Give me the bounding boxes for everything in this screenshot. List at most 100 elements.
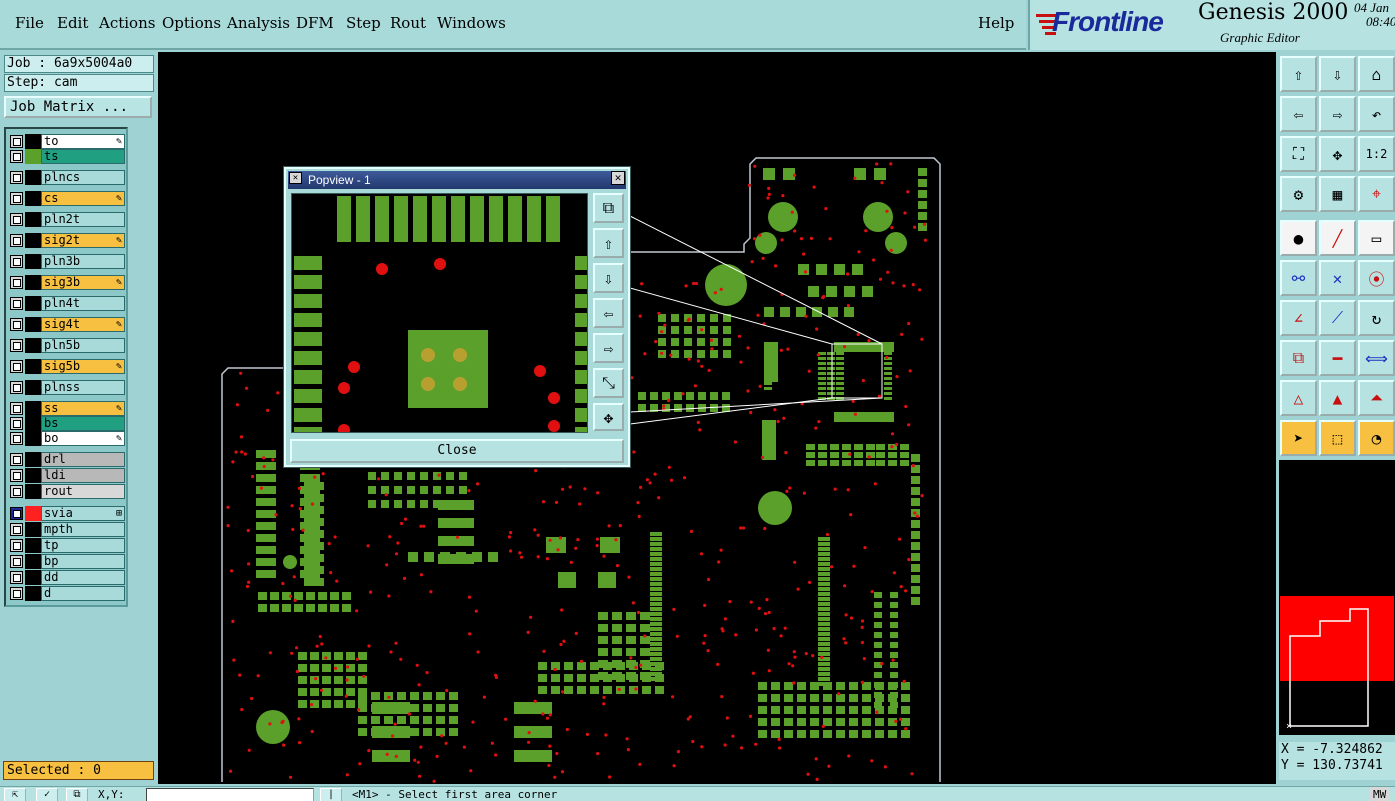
layer-color-swatch[interactable] [25,233,41,248]
layer-color-swatch[interactable] [25,484,41,499]
layer-checkbox[interactable] [10,276,23,289]
layer-checkbox[interactable] [10,297,23,310]
add-node-icon[interactable]: ⦿ [1358,260,1395,296]
layer-name[interactable]: sig3b ✎ [41,275,125,290]
menu-rout[interactable]: Rout [390,14,426,32]
layer-color-swatch[interactable] [25,468,41,483]
pointer-circle-icon[interactable]: ◔ [1358,420,1395,456]
layer-color-swatch[interactable] [25,570,41,585]
status-window-icon[interactable]: ⧉ [66,788,88,801]
layer-color-swatch[interactable] [25,506,41,521]
layer-name[interactable]: pln2t [41,212,125,227]
menu-actions[interactable]: Actions [99,14,155,32]
layer-color-swatch[interactable] [25,452,41,467]
layer-checkbox[interactable] [10,417,23,430]
menu-dfm[interactable]: DFM [296,14,334,32]
layer-name[interactable]: bp [41,554,125,569]
layer-checkbox[interactable] [10,339,23,352]
move-pad-icon[interactable]: ⧉ [1280,340,1317,376]
menu-step[interactable]: Step [346,14,381,32]
layer-name[interactable]: sig5b ✎ [41,359,125,374]
layer-name[interactable]: sig2t ✎ [41,233,125,248]
layer-checkbox[interactable] [10,360,23,373]
layer-name[interactable]: ts [41,149,125,164]
layer-name[interactable]: cs ✎ [41,191,125,206]
layer-color-swatch[interactable] [25,586,41,601]
layer-color-swatch[interactable] [25,522,41,537]
layer-color-swatch[interactable] [25,254,41,269]
layer-checkbox[interactable] [10,402,23,415]
close-icon[interactable]: ✕ [611,171,625,185]
layer-checkbox[interactable] [10,213,23,226]
select-pad-icon[interactable]: ● [1280,220,1317,256]
layer-name[interactable]: plncs [41,170,125,185]
menu-analysis[interactable]: Analysis [227,14,290,32]
layer-color-swatch[interactable] [25,212,41,227]
layer-name[interactable]: dd [41,570,125,585]
undo-view-icon[interactable]: ↶ [1358,96,1395,132]
layer-name[interactable]: bo ✎ [41,431,125,446]
window-menu-icon[interactable]: ✕ [289,172,302,184]
popview-pan-left-icon[interactable]: ⇦ [593,298,624,328]
resize-icon[interactable]: ⟺ [1358,340,1395,376]
layer-checkbox[interactable] [10,555,23,568]
layer-checkbox[interactable] [10,507,23,520]
layer-name[interactable]: svia ⊞ [41,506,125,521]
layer-name[interactable]: ss ✎ [41,401,125,416]
layer-checkbox[interactable] [10,485,23,498]
pan-right-icon[interactable]: ⇨ [1319,96,1356,132]
split-line-icon[interactable]: ━ [1319,340,1356,376]
layer-checkbox[interactable] [10,523,23,536]
ruler-icon[interactable]: ▭ [1358,220,1395,256]
pointer-icon[interactable]: ➤ [1280,420,1317,456]
layer-color-swatch[interactable] [25,338,41,353]
layer-color-swatch[interactable] [25,275,41,290]
popview-pan-up-icon[interactable]: ⇧ [593,228,624,258]
zoom-fit-icon[interactable]: ⛶ [1280,136,1317,172]
layer-color-swatch[interactable] [25,359,41,374]
overview-minimap[interactable]: × [1279,460,1395,735]
layer-color-swatch[interactable] [25,296,41,311]
menu-windows[interactable]: Windows [437,14,506,32]
layer-color-swatch[interactable] [25,191,41,206]
layer-color-swatch[interactable] [25,538,41,553]
layer-color-swatch[interactable] [25,149,41,164]
status-select-icon[interactable]: ⇱ [4,788,26,801]
layer-checkbox[interactable] [10,587,23,600]
popview-zoom-out-icon[interactable]: ✥ [593,403,624,431]
pointer-box-icon[interactable]: ⬚ [1319,420,1356,456]
layer-color-swatch[interactable] [25,416,41,431]
status-check-icon[interactable]: ✓ [36,788,58,801]
layer-color-swatch[interactable] [25,431,41,446]
layer-checkbox[interactable] [10,171,23,184]
xy-input[interactable] [146,788,314,801]
layer-color-swatch[interactable] [25,170,41,185]
zoom-center-icon[interactable]: ✥ [1319,136,1356,172]
layer-name[interactable]: pln3b [41,254,125,269]
menu-options[interactable]: Options [162,14,221,32]
snap-icon[interactable]: ⌖ [1358,176,1395,212]
layer-name[interactable]: ldi [41,468,125,483]
layer-color-swatch[interactable] [25,134,41,149]
layer-checkbox[interactable] [10,318,23,331]
layer-checkbox[interactable] [10,539,23,552]
popview-titlebar[interactable]: Popview - 1 [288,171,626,189]
angle-line-icon[interactable]: ∠ [1280,300,1317,336]
connect-nodes-icon[interactable]: ⚯ [1280,260,1317,296]
pan-left-icon[interactable]: ⇦ [1280,96,1317,132]
menu-edit[interactable]: Edit [57,14,88,32]
layer-color-swatch[interactable] [25,380,41,395]
arc-icon[interactable]: ↻ [1358,300,1395,336]
layer-name[interactable]: d [41,586,125,601]
popview-canvas[interactable] [291,193,588,433]
layer-name[interactable]: tp [41,538,125,553]
zoom-page-icon[interactable]: ⇧ [1280,56,1317,92]
triangle-area-icon[interactable]: △ [1280,380,1317,416]
popview-zoom-in-icon[interactable]: ⤡ [593,368,624,398]
layer-color-swatch[interactable] [25,317,41,332]
triangle-point-icon[interactable]: ⏶ [1358,380,1395,416]
layer-name[interactable]: to ✎ [41,134,125,149]
popview-pan-down-icon[interactable]: ⇩ [593,263,624,293]
popview-close-button[interactable]: Close [290,439,624,463]
layer-checkbox[interactable] [10,234,23,247]
